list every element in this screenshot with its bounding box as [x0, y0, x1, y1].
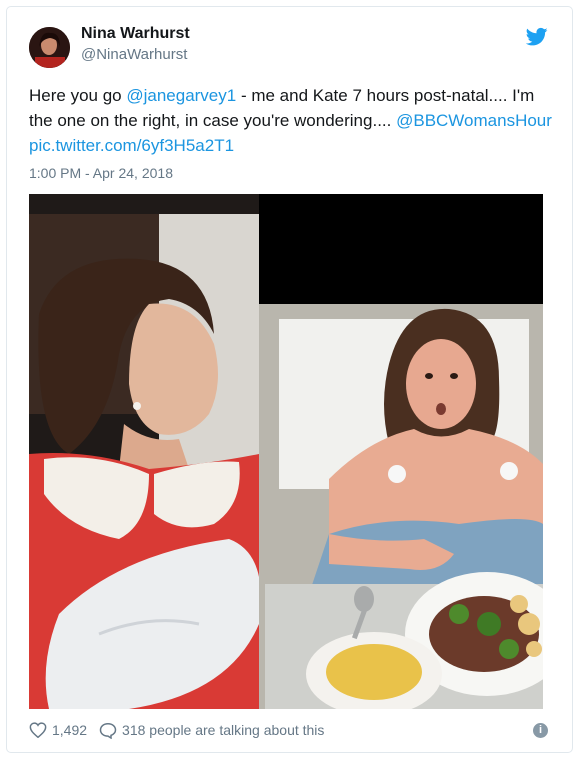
author-handle[interactable]: @NinaWarhurst — [81, 46, 187, 63]
twitter-bird-icon[interactable] — [525, 27, 548, 49]
tweet-timestamp[interactable]: 1:00 PM - Apr 24, 2018 — [29, 165, 173, 181]
tweet-text: Here you go @janegarvey1 - me and Kate 7… — [29, 83, 559, 158]
info-icon[interactable]: i — [533, 723, 548, 738]
tweet-text-part: Here you go — [29, 86, 127, 105]
like-button[interactable]: 1,492 — [29, 722, 87, 738]
speech-bubble-icon — [99, 722, 117, 739]
conversation-link[interactable]: 318 people are talking about this — [99, 722, 324, 739]
tweet-card: Nina Warhurst @NinaWarhurst Here you go … — [6, 6, 573, 753]
author-name[interactable]: Nina Warhurst — [81, 25, 190, 43]
tweet-footer: 1,492 318 people are talking about this — [29, 719, 554, 741]
avatar[interactable] — [29, 27, 70, 68]
tweet-photo[interactable] — [29, 194, 543, 709]
heart-icon — [29, 722, 47, 738]
mention-bbcwomanshour[interactable]: @BBCWomansHour — [396, 111, 552, 130]
mention-janegarvey1[interactable]: @janegarvey1 — [126, 86, 236, 105]
talking-count: 318 people are talking about this — [122, 722, 325, 738]
pic-link[interactable]: pic.twitter.com/6yf3H5a2T1 — [29, 136, 234, 155]
like-count: 1,492 — [52, 722, 88, 738]
